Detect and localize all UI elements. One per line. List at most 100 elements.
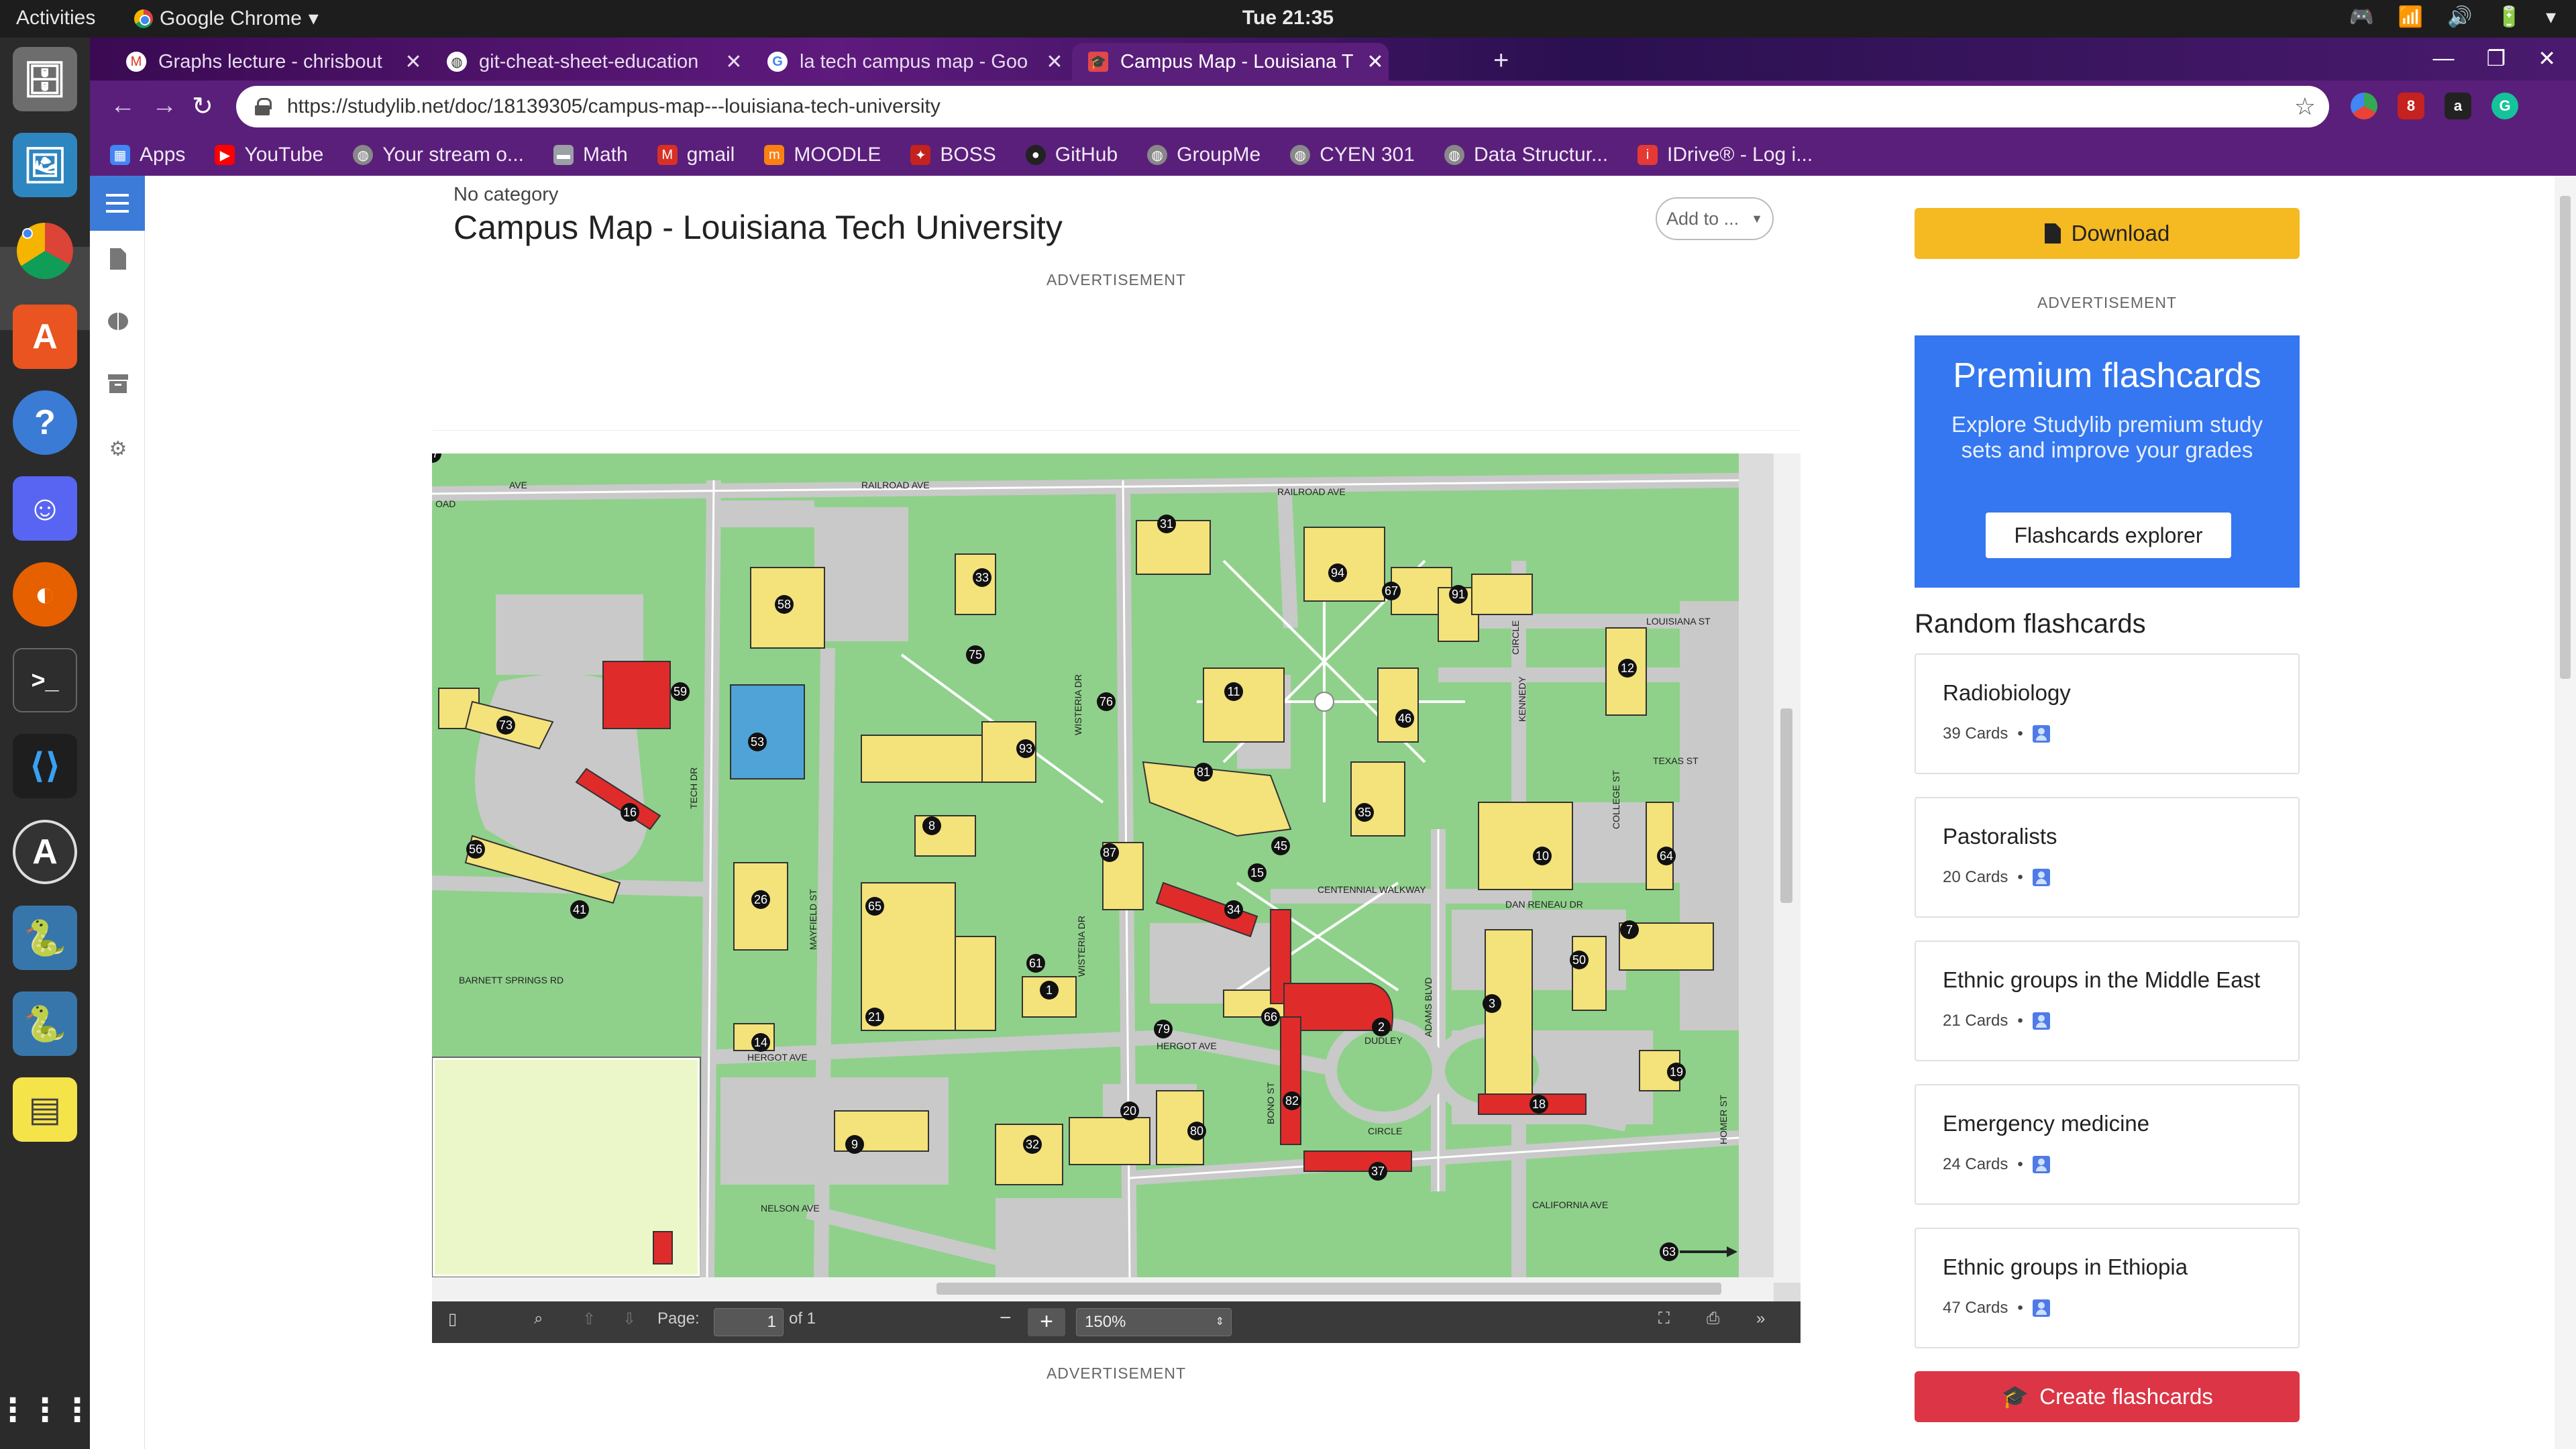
bookmark-star-icon[interactable]: ☆ xyxy=(2294,93,2316,121)
extension-badge-icon[interactable]: 8 xyxy=(2398,93,2424,119)
zoom-select[interactable]: 150% ⇕ xyxy=(1076,1308,1232,1336)
pdf-viewer[interactable]: 31 94 67 91 33 58 75 59 73 53 76 11 46 12 93 81 16 35 8 56 4… xyxy=(432,453,1801,1343)
tab-la-tech-search[interactable]: G la tech campus map - Goo ✕ xyxy=(751,43,1068,80)
extension-icon[interactable] xyxy=(2351,93,2377,119)
sidebar-toggle-icon[interactable]: ▯ xyxy=(448,1309,457,1329)
close-icon[interactable]: ✕ xyxy=(720,50,747,74)
bookmark-cyen-301[interactable]: ◍ CYEN 301 xyxy=(1290,144,1415,166)
brain-icon[interactable] xyxy=(107,311,129,333)
flashcard-set-title[interactable]: Emergency medicine xyxy=(1943,1111,2149,1136)
python-icon[interactable]: 🐍 xyxy=(13,991,77,1056)
gear-icon[interactable]: ⚙ xyxy=(107,437,129,460)
flashcard-set-card[interactable]: Ethnic groups in the Middle East 21 Card… xyxy=(1915,941,2300,1061)
print-icon[interactable]: ⎙ xyxy=(1707,1309,1719,1328)
image-viewer-icon[interactable]: 🖼 xyxy=(13,133,77,197)
scrollbar-thumb[interactable] xyxy=(936,1283,1721,1295)
chrome-dock-icon[interactable] xyxy=(13,219,77,283)
amazon-extension-icon[interactable]: a xyxy=(2445,93,2471,119)
close-window-button[interactable]: ✕ xyxy=(2538,46,2556,71)
flashcard-set-title[interactable]: Ethnic groups in the Middle East xyxy=(1943,967,2260,993)
app-menu[interactable]: Google Chrome ▾ xyxy=(134,7,319,30)
volume-icon[interactable]: 🔊 xyxy=(2447,5,2472,29)
viewer-vertical-scrollbar[interactable] xyxy=(1774,453,1801,1283)
page-number-input[interactable]: 1 xyxy=(714,1308,784,1336)
bookmark-apps[interactable]: ▦ Apps xyxy=(110,144,185,166)
bookmark-gmail[interactable]: Mgmail xyxy=(657,144,735,166)
reload-button[interactable]: ↻ xyxy=(192,91,213,121)
battery-icon[interactable]: 🔋 xyxy=(2497,5,2522,29)
zoom-in-icon[interactable]: + xyxy=(1028,1308,1065,1336)
software-center-icon[interactable]: A xyxy=(13,305,77,369)
help-icon[interactable]: ? xyxy=(13,390,77,455)
viewer-horizontal-scrollbar[interactable] xyxy=(432,1277,1774,1301)
bookmark-data-structures[interactable]: ◍ Data Structur... xyxy=(1444,144,1608,166)
close-icon[interactable]: ✕ xyxy=(1362,50,1389,74)
extension-icon[interactable] xyxy=(2538,93,2565,119)
tab-git-cheat-sheet[interactable]: ◍ git-cheat-sheet-education ✕ xyxy=(431,43,747,80)
maximize-button[interactable]: ❐ xyxy=(2487,46,2506,71)
firefox-icon[interactable]: ◐ xyxy=(13,562,77,627)
document-icon[interactable] xyxy=(107,248,129,270)
search-icon[interactable]: ⌕ xyxy=(534,1309,543,1328)
flashcard-set-title[interactable]: Pastoralists xyxy=(1943,824,2057,849)
lock-icon[interactable] xyxy=(255,98,272,115)
flashcard-set-card[interactable]: Radiobiology 39 Cards • xyxy=(1915,653,2300,774)
bookmark-your-stream[interactable]: ◍ Your stream o... xyxy=(353,144,524,166)
minimize-button[interactable]: — xyxy=(2433,46,2455,71)
zoom-out-icon[interactable]: − xyxy=(1000,1307,1012,1330)
bookmark-math[interactable]: ▬ Math xyxy=(553,144,628,166)
new-tab-button[interactable]: + xyxy=(1493,46,1509,76)
add-to-dropdown[interactable]: Add to ... ▼ xyxy=(1656,197,1774,240)
page-scrollbar[interactable] xyxy=(2555,176,2576,1449)
system-tray[interactable]: 🎮 📶 🔊 🔋 ▾ xyxy=(2349,5,2557,29)
tab-graphs-lecture[interactable]: M Graphs lecture - chrisbout ✕ xyxy=(110,43,427,80)
campus-map[interactable]: 31 94 67 91 33 58 75 59 73 53 76 11 46 12 93 81 16 35 8 56 4… xyxy=(432,453,1739,1277)
download-button[interactable]: Download xyxy=(1915,208,2300,259)
show-applications-icon[interactable]: ⋮⋮⋮ xyxy=(0,1378,93,1442)
flashcards-explorer-button[interactable]: Flashcards explorer xyxy=(1986,513,2231,558)
next-page-icon[interactable]: ⇩ xyxy=(623,1309,636,1329)
flashcard-set-card[interactable]: Pastoralists 20 Cards • xyxy=(1915,797,2300,918)
document-category[interactable]: No category xyxy=(453,184,558,206)
more-tools-icon[interactable]: » xyxy=(1756,1309,1765,1328)
address-bar[interactable]: https://studylib.net/doc/18139305/campus… xyxy=(236,86,2329,127)
close-icon[interactable]: ✕ xyxy=(1041,50,1068,74)
discord-tray-icon[interactable]: 🎮 xyxy=(2349,5,2374,29)
fullscreen-icon[interactable]: ⛶ xyxy=(1658,1309,1670,1328)
flashcard-set-title[interactable]: Ethnic groups in Ethiopia xyxy=(1943,1254,2188,1280)
flashcard-set-title[interactable]: Radiobiology xyxy=(1943,680,2071,706)
terminal-icon[interactable]: >_ xyxy=(13,648,77,712)
bookmark-moodle[interactable]: m MOODLE xyxy=(764,144,881,166)
python-icon[interactable]: 🐍 xyxy=(13,906,77,970)
vscode-icon[interactable]: ⟨⟩ xyxy=(13,734,77,798)
activities-button[interactable]: Activities xyxy=(16,7,95,30)
bookmark-github[interactable]: ● GitHub xyxy=(1025,144,1118,166)
bookmark-boss[interactable]: ✦ BOSS xyxy=(910,144,996,166)
boss-icon: ✦ xyxy=(910,145,931,165)
tab-campus-map[interactable]: 🎓 Campus Map - Louisiana T ✕ xyxy=(1072,43,1389,80)
archive-icon[interactable] xyxy=(107,374,129,396)
back-button[interactable]: ← xyxy=(110,91,136,120)
chevron-down-icon[interactable]: ▾ xyxy=(2546,5,2556,29)
software-updater-icon[interactable]: A xyxy=(13,820,77,884)
sticky-notes-icon[interactable]: ▤ xyxy=(13,1077,77,1142)
discord-icon[interactable]: ☺ xyxy=(13,476,77,541)
bookmark-groupme[interactable]: ◍ GroupMe xyxy=(1147,144,1260,166)
previous-page-icon[interactable]: ⇧ xyxy=(582,1309,596,1329)
flashcard-set-card[interactable]: Ethnic groups in Ethiopia 47 Cards • xyxy=(1915,1228,2300,1348)
create-flashcards-button[interactable]: 🎓 Create flashcards xyxy=(1915,1371,2300,1422)
wifi-icon[interactable]: 📶 xyxy=(2398,5,2423,29)
bookmark-idrive[interactable]: i IDrive® - Log i... xyxy=(1638,144,1813,166)
flashcard-set-card[interactable]: Emergency medicine 24 Cards • xyxy=(1915,1084,2300,1205)
files-cabinet-icon[interactable]: 🗄 xyxy=(13,47,77,111)
url-text[interactable]: https://studylib.net/doc/18139305/campus… xyxy=(287,95,941,118)
menu-hamburger-icon[interactable] xyxy=(90,176,145,231)
scrollbar-thumb[interactable] xyxy=(2560,196,2571,679)
close-icon[interactable]: ✕ xyxy=(400,50,427,74)
clock[interactable]: Tue 21:35 xyxy=(1242,7,1334,30)
grammarly-icon[interactable]: G xyxy=(2491,93,2518,119)
tab-title: la tech campus map - Goo xyxy=(800,50,1028,72)
bookmark-youtube[interactable]: ▶ YouTube xyxy=(215,144,323,166)
forward-button[interactable]: → xyxy=(152,91,177,120)
scrollbar-thumb[interactable] xyxy=(1780,708,1792,903)
